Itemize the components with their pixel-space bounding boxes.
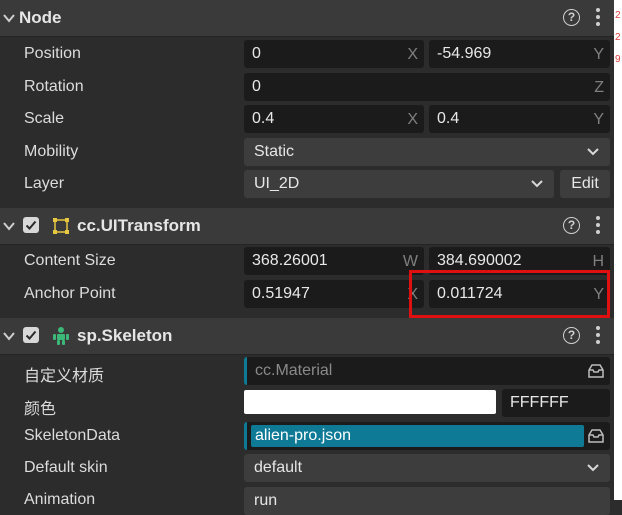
custom-material-label: 自定义材质 [24, 368, 105, 385]
layer-edit-button[interactable]: Edit [560, 170, 610, 198]
content-size-width-input[interactable]: 368.26001 W [244, 247, 424, 275]
default-skin-select[interactable]: default [244, 454, 610, 482]
layer-label: Layer [24, 175, 65, 192]
position-y-input[interactable]: -54.969 Y [429, 40, 610, 68]
mobility-select[interactable]: Static [244, 138, 610, 166]
chevron-down-icon [587, 464, 599, 472]
position-x-input[interactable]: 0 X [244, 40, 424, 68]
asset-browse-icon[interactable] [588, 364, 604, 378]
help-icon[interactable]: ? [563, 327, 580, 344]
chevron-down-icon[interactable] [2, 11, 16, 25]
content-size-label: Content Size [24, 252, 116, 269]
skeleton-section-title: sp.Skeleton [77, 326, 173, 345]
uitransform-section-header[interactable]: cc.UITransform ? [0, 208, 614, 245]
more-options-icon[interactable] [596, 326, 600, 346]
chevron-down-icon [587, 148, 599, 156]
axis-x-label: X [407, 111, 418, 128]
highlight-annotation-box [409, 270, 610, 318]
uitransform-enabled-checkbox[interactable] [23, 217, 39, 233]
anchor-point-x-input[interactable]: 0.51947 X [244, 280, 424, 308]
skeleton-enabled-checkbox[interactable] [23, 327, 39, 343]
axis-w-label: W [402, 253, 418, 270]
layer-select[interactable]: UI_2D [244, 170, 554, 198]
mobility-label: Mobility [24, 143, 79, 160]
axis-y-label: Y [593, 111, 604, 128]
color-label: 颜色 [24, 401, 57, 418]
animation-select[interactable]: run [244, 487, 610, 515]
chevron-down-icon[interactable] [2, 329, 16, 343]
uitransform-section-title: cc.UITransform [77, 216, 201, 235]
chevron-down-icon[interactable] [2, 219, 16, 233]
axis-h-label: H [592, 253, 604, 270]
skeleton-data-label: SkeletonData [24, 427, 121, 444]
more-options-icon[interactable] [596, 216, 600, 236]
help-icon[interactable]: ? [563, 217, 580, 234]
axis-z-label: Z [594, 79, 604, 96]
node-section-title: Node [19, 8, 62, 27]
scale-x-input[interactable]: 0.4 X [244, 105, 424, 133]
more-options-icon[interactable] [596, 8, 600, 28]
adjacent-panel-edge: 2 2 9 [614, 0, 622, 500]
animation-label: Animation [24, 491, 96, 508]
custom-material-asset-field[interactable]: cc.Material [244, 357, 610, 385]
scale-label: Scale [24, 110, 65, 127]
help-icon[interactable]: ? [563, 9, 580, 26]
color-hex-input[interactable]: FFFFFF [502, 389, 610, 417]
skeleton-section-header[interactable]: sp.Skeleton ? [0, 318, 614, 355]
skeleton-icon [53, 327, 69, 345]
anchor-point-label: Anchor Point [24, 285, 116, 302]
axis-y-label: Y [593, 46, 604, 63]
color-swatch[interactable] [244, 390, 496, 414]
position-label: Position [24, 45, 81, 62]
rotation-input[interactable]: 0 Z [244, 73, 610, 101]
rotation-label: Rotation [24, 78, 84, 95]
skeleton-data-asset-field[interactable]: alien-pro.json [244, 422, 610, 450]
axis-x-label: X [407, 46, 418, 63]
asset-browse-icon[interactable] [588, 429, 604, 443]
default-skin-label: Default skin [24, 459, 108, 476]
chevron-down-icon [531, 180, 543, 188]
uitransform-icon [53, 218, 69, 234]
node-section-header[interactable]: Node ? [0, 0, 614, 37]
scale-y-input[interactable]: 0.4 Y [429, 105, 610, 133]
